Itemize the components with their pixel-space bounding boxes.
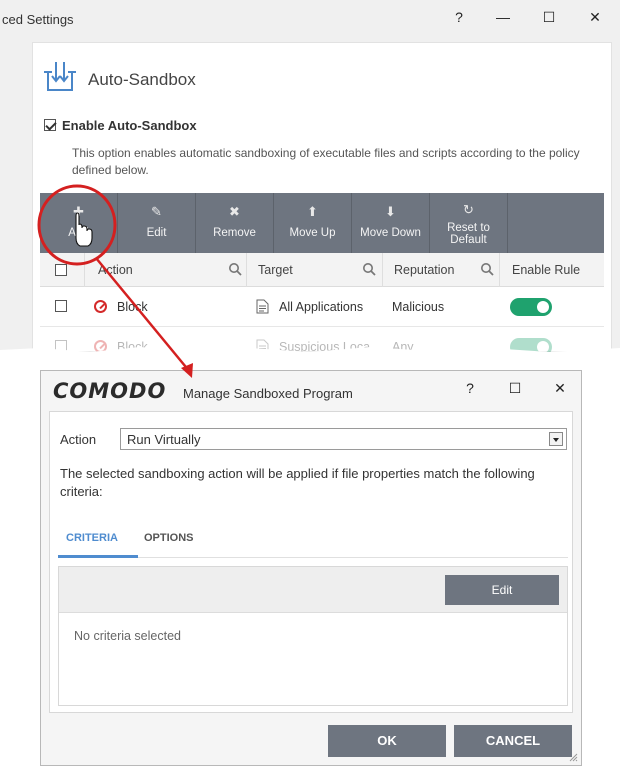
empty-criteria-text: No criteria selected [74, 629, 181, 643]
edit-button[interactable]: ✎ Edit [118, 193, 196, 253]
manage-sandboxed-program-dialog: COMODO Manage Sandboxed Program ? ☐ ✕ Ac… [40, 370, 582, 766]
action-select-value: Run Virtually [127, 432, 201, 447]
maximize-button[interactable]: ☐ [502, 377, 528, 399]
close-button[interactable]: ✕ [547, 377, 573, 399]
rules-table-header: Action Target Reputation Enable Rule [40, 253, 604, 287]
column-target[interactable]: Target [258, 263, 293, 277]
chevron-down-icon[interactable] [549, 432, 563, 446]
pencil-icon: ✎ [151, 204, 162, 219]
tab-options[interactable]: OPTIONS [144, 532, 194, 544]
add-label: Add [68, 227, 89, 239]
move-up-label: Move Up [289, 227, 336, 239]
checkbox-checked-icon[interactable] [44, 119, 56, 131]
search-icon[interactable] [480, 262, 494, 276]
dialog-content: Action Run Virtually The selected sandbo… [49, 411, 573, 713]
remove-label: Remove [213, 227, 256, 239]
section-title: Auto-Sandbox [88, 70, 196, 89]
remove-button[interactable]: ✖ Remove [196, 193, 274, 253]
rules-toolbar: ✚ Add ✎ Edit ✖ Remove ⬆ Move Up ⬇ Move D… [40, 193, 604, 253]
document-icon [256, 299, 269, 314]
table-row[interactable]: Block All Applications Malicious [40, 287, 604, 327]
plus-icon: ✚ [73, 204, 84, 219]
description-text: This option enables automatic sandboxing… [72, 146, 580, 177]
resize-grip-icon[interactable] [568, 752, 578, 762]
ok-button[interactable]: OK [328, 725, 446, 757]
move-up-button[interactable]: ⬆ Move Up [274, 193, 352, 253]
dialog-title: Manage Sandboxed Program [183, 386, 353, 401]
row-target: All Applications [279, 300, 364, 314]
block-icon [94, 300, 107, 313]
column-divider [499, 253, 500, 287]
action-label: Action [60, 432, 97, 447]
title-bar: ced Settings ? — ☐ ✕ [0, 0, 620, 34]
criteria-edit-button[interactable]: Edit [445, 575, 559, 605]
torn-edge [0, 347, 620, 366]
dialog-tabs: CRITERIA OPTIONS [58, 522, 568, 558]
column-reputation[interactable]: Reputation [394, 263, 454, 277]
search-icon[interactable] [362, 262, 376, 276]
arrow-down-icon: ⬇ [385, 204, 396, 219]
close-button[interactable]: ✕ [582, 6, 608, 28]
minimize-button[interactable]: — [490, 6, 516, 28]
move-down-label: Move Down [360, 227, 421, 239]
enable-auto-sandbox-checkbox[interactable]: Enable Auto-Sandbox [44, 118, 197, 133]
criteria-panel: Edit No criteria selected [58, 566, 568, 706]
arrow-up-icon: ⬆ [307, 204, 318, 219]
column-enable-rule[interactable]: Enable Rule [512, 263, 580, 277]
advanced-settings-window: ced Settings ? — ☐ ✕ Auto-Sandbox Enable… [0, 0, 620, 352]
criteria-toolbar: Edit [59, 567, 567, 613]
enable-rule-toggle[interactable] [510, 298, 552, 316]
window-title: ced Settings [2, 12, 74, 27]
row-action: Block [117, 300, 148, 314]
add-button[interactable]: ✚ Add [40, 193, 118, 253]
x-icon: ✖ [229, 204, 240, 219]
enable-label: Enable Auto-Sandbox [62, 118, 197, 133]
reset-label: Reset to Default [447, 222, 490, 246]
help-button[interactable]: ? [457, 377, 483, 399]
column-divider [246, 253, 247, 287]
edit-label: Edit [146, 227, 167, 239]
auto-sandbox-icon [44, 62, 76, 91]
help-button[interactable]: ? [446, 6, 472, 28]
refresh-icon: ↻ [463, 202, 474, 217]
action-select[interactable]: Run Virtually [120, 428, 567, 450]
column-divider [84, 253, 85, 287]
tab-criteria[interactable]: CRITERIA [66, 532, 118, 544]
move-down-button[interactable]: ⬇ Move Down [352, 193, 430, 253]
row-checkbox[interactable] [55, 300, 67, 312]
criteria-description: The selected sandboxing action will be a… [60, 466, 535, 499]
column-action[interactable]: Action [98, 263, 133, 277]
reset-to-default-button[interactable]: ↻ Reset to Default [430, 193, 508, 253]
column-divider [382, 253, 383, 287]
maximize-button[interactable]: ☐ [536, 6, 562, 28]
active-tab-indicator [58, 555, 138, 558]
comodo-logo: COMODO [53, 379, 167, 403]
search-icon[interactable] [228, 262, 242, 276]
cancel-button[interactable]: CANCEL [454, 725, 572, 757]
select-all-checkbox[interactable] [55, 264, 67, 276]
row-reputation: Malicious [392, 300, 445, 314]
